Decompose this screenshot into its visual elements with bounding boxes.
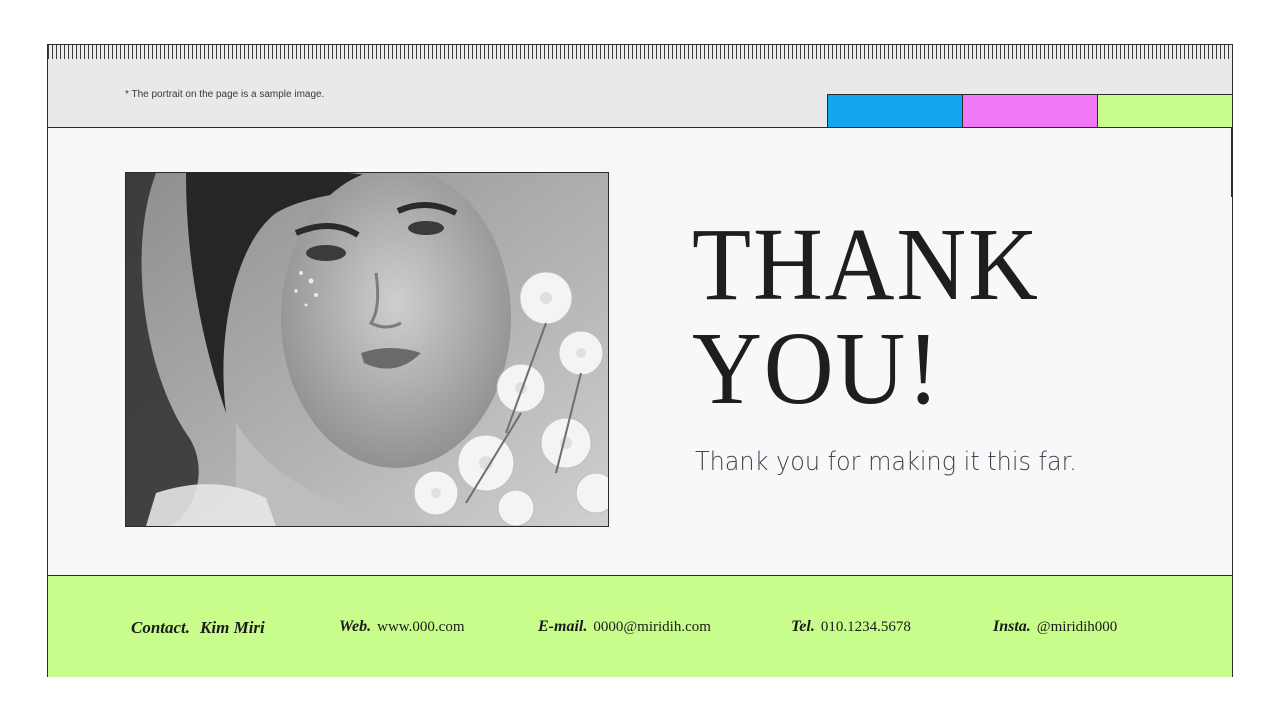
- insta-item: Insta. @miridih000: [993, 618, 1117, 636]
- swatch-pink: [962, 94, 1097, 128]
- insta-label: Insta.: [993, 618, 1031, 635]
- contact-footer: Contact. Kim Miri Web. www.000.com E-mail.…: [48, 575, 1232, 677]
- email-address[interactable]: 0000@miridih.com: [593, 619, 711, 635]
- ruler-decoration: [48, 45, 1232, 59]
- portrait-image: [126, 173, 608, 526]
- tel-number: 010.1234.5678: [820, 619, 911, 635]
- thank-you-title: THANK YOU!: [692, 213, 1040, 421]
- tel-item: Tel. 010.1234.5678: [791, 618, 911, 636]
- web-label: Web.: [339, 618, 372, 635]
- sample-image-note: * The portrait on the page is a sample i…: [125, 89, 325, 100]
- swatch-blue: [827, 94, 962, 128]
- subtitle: Thank you for making it this far.: [695, 447, 1077, 477]
- header-band: * The portrait on the page is a sample i…: [48, 45, 1233, 128]
- web-url[interactable]: www.000.com: [377, 619, 464, 635]
- portrait-photo: [125, 172, 609, 527]
- email-item: E-mail. 0000@miridih.com: [538, 618, 711, 636]
- color-swatches: [827, 94, 1233, 128]
- title-line-2: YOU!: [692, 311, 942, 426]
- slide: * The portrait on the page is a sample i…: [47, 44, 1233, 677]
- insta-handle[interactable]: @miridih000: [1037, 619, 1117, 635]
- email-label: E-mail.: [538, 618, 588, 635]
- tel-label: Tel.: [791, 618, 815, 635]
- contact-name: Kim Miri: [200, 618, 265, 637]
- edge-tab-decoration: [1231, 127, 1233, 197]
- web-item: Web. www.000.com: [339, 618, 465, 636]
- swatch-lime: [1097, 94, 1233, 128]
- title-line-1: THANK: [692, 207, 1040, 322]
- contact-label: Contact.: [131, 618, 191, 637]
- contact-name-item: Contact. Kim Miri: [131, 618, 265, 638]
